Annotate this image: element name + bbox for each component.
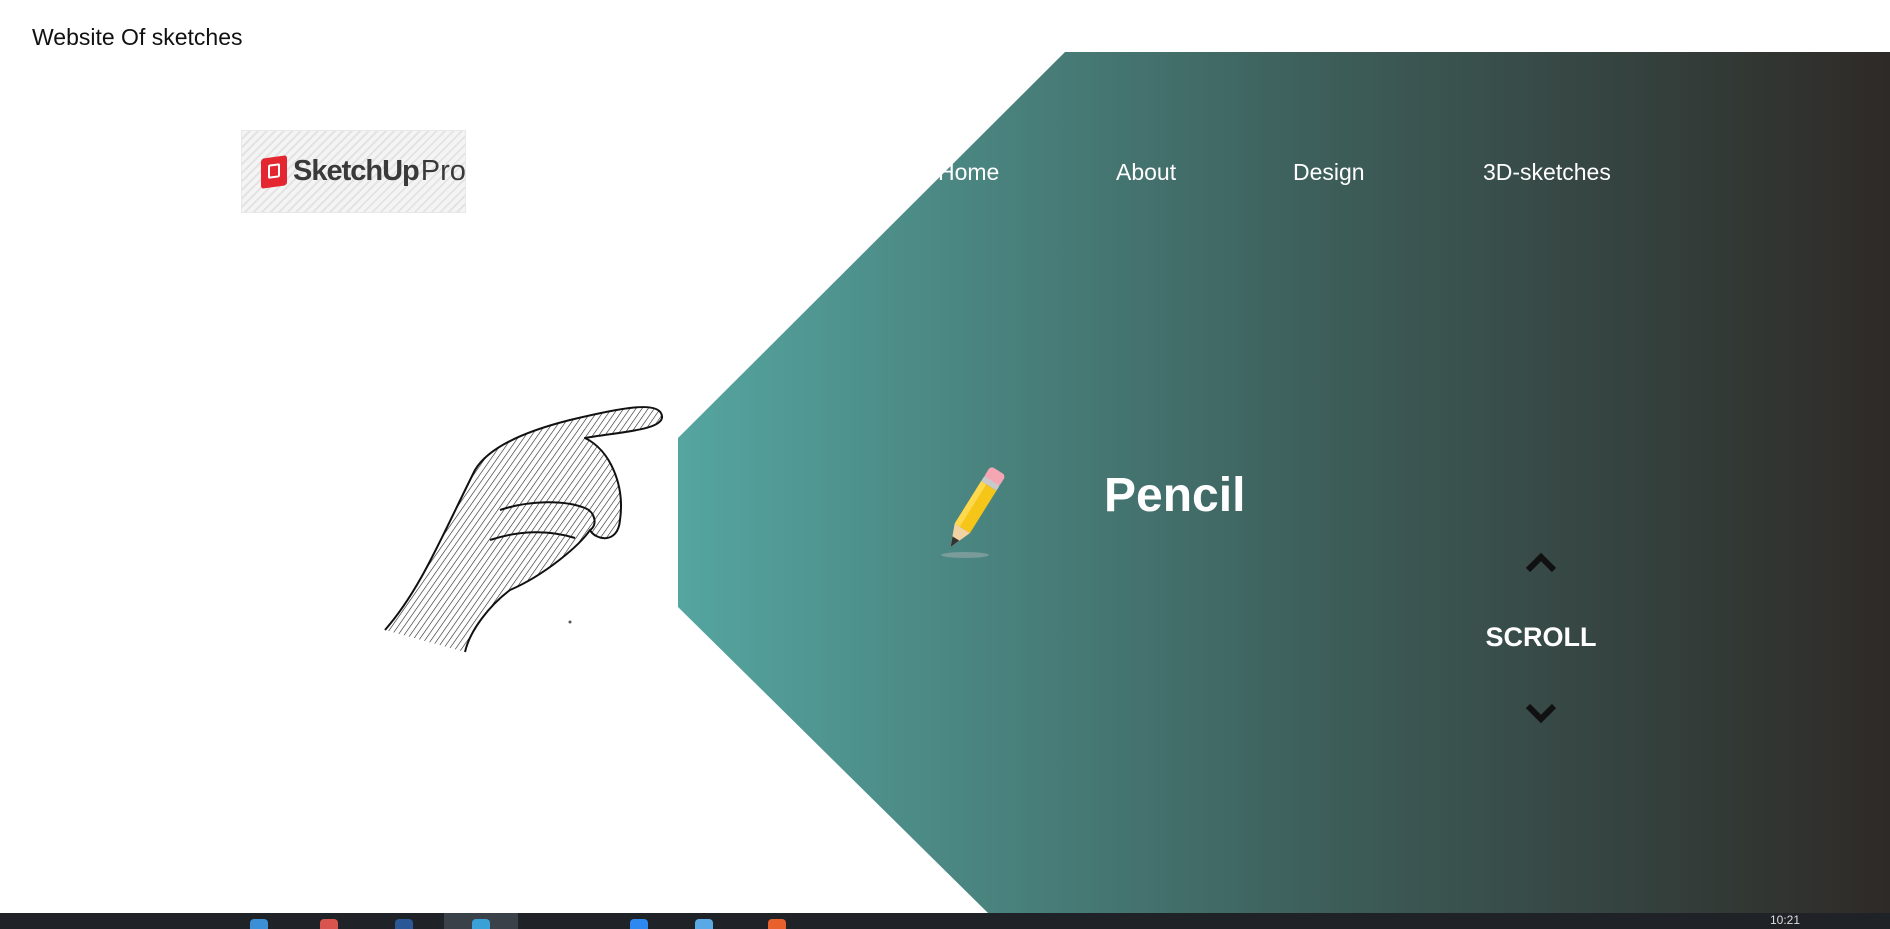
logo-suffix: Pro (420, 155, 466, 187)
os-taskbar: 10:21 (0, 913, 1890, 929)
taskbar-app-icon[interactable] (472, 919, 490, 929)
page-title: Website Of sketches (32, 24, 243, 50)
nav-design[interactable]: Design (1293, 159, 1365, 186)
pencil-icon (941, 467, 1005, 558)
nav-about[interactable]: About (1116, 159, 1176, 186)
hero-heading: Pencil (1104, 469, 1246, 522)
chevron-down-icon[interactable] (1525, 703, 1557, 725)
taskbar-clock[interactable]: 10:21 (1770, 913, 1800, 927)
taskbar-app-icon[interactable] (395, 919, 413, 929)
hand-sketch-image (384, 406, 663, 653)
logo-name: SketchUp (293, 155, 420, 187)
sketchup-logo-icon (261, 154, 287, 189)
taskbar-app-icon[interactable] (320, 919, 338, 929)
nav-3d-sketches[interactable]: 3D-sketches (1483, 159, 1611, 186)
nav-home[interactable]: Home (938, 159, 999, 186)
taskbar-app-icon[interactable] (695, 919, 713, 929)
taskbar-app-icon[interactable] (630, 919, 648, 929)
chevron-up-icon[interactable] (1525, 551, 1557, 573)
scroll-label: SCROLL (1485, 622, 1597, 652)
taskbar-app-icon[interactable] (768, 919, 786, 929)
sketchup-logo[interactable]: SketchUp Pro (241, 130, 466, 213)
taskbar-app-icon[interactable] (250, 919, 268, 929)
